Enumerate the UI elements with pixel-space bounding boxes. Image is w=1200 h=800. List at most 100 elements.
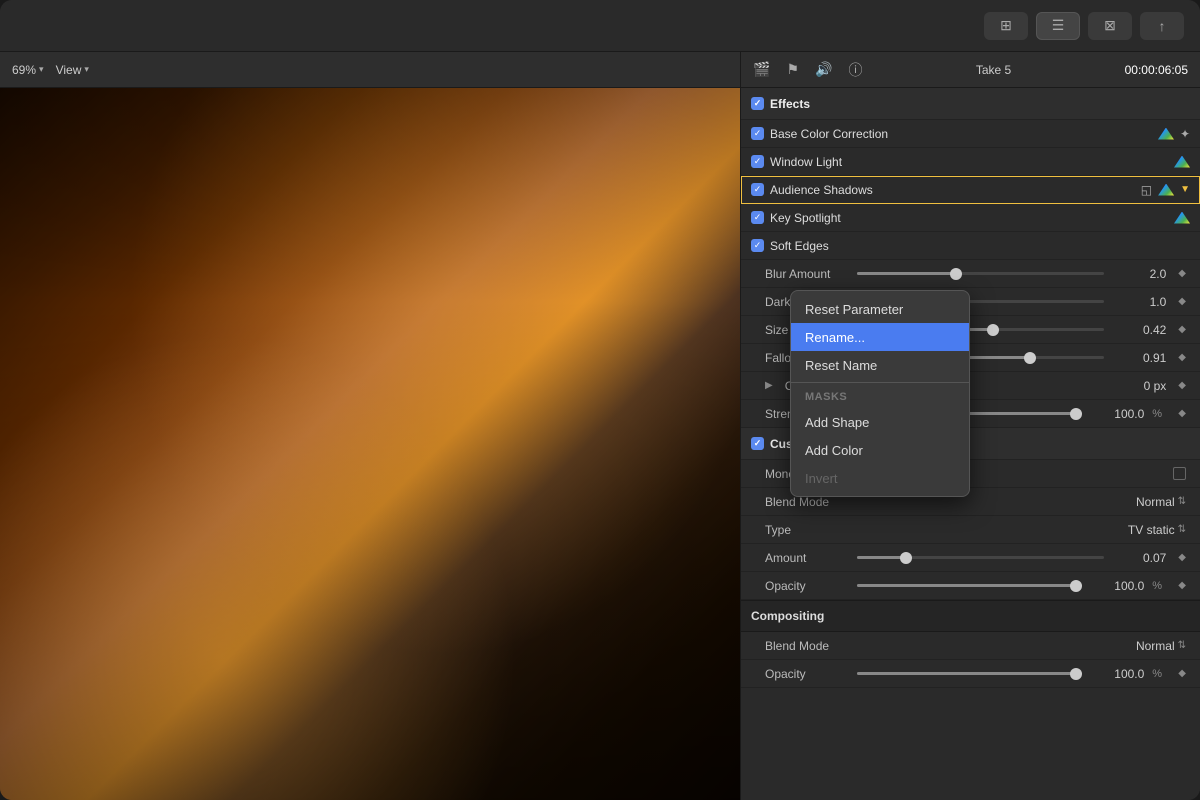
opacity-grain-slider[interactable]: [857, 584, 1082, 587]
type-arrows-icon: ⇅: [1178, 524, 1186, 535]
menu-item-reset-name[interactable]: Reset Name: [791, 351, 969, 379]
timecode-value: 6:05: [1165, 63, 1188, 77]
context-menu: Reset Parameter Rename... Reset Name MAS…: [790, 290, 970, 497]
opacity-comp-slider[interactable]: [857, 672, 1082, 675]
effect-row-audience-shadows[interactable]: ✓ Audience Shadows ◱ ▼: [741, 176, 1200, 204]
view-chevron-icon: ▾: [84, 64, 89, 75]
effects-label: Effects: [770, 97, 810, 111]
type-value: TV static: [1128, 523, 1175, 537]
compositing-blend-label: Blend Mode: [765, 639, 845, 653]
video-panel: 69% ▾ View ▾: [0, 52, 740, 800]
blend-mode-select[interactable]: Normal ⇅: [1136, 495, 1186, 509]
amount-diamond-icon[interactable]: ◆: [1178, 552, 1186, 563]
opacity-grain-diamond-icon[interactable]: ◆: [1178, 580, 1186, 591]
menu-item-add-color[interactable]: Add Color: [791, 436, 969, 464]
share-button[interactable]: ↑: [1140, 12, 1184, 40]
video-preview-area: [0, 88, 740, 800]
video-overlay: [0, 88, 740, 800]
dropdown-arrow-icon: ▼: [1180, 184, 1190, 195]
info-icon[interactable]: ⓘ: [848, 60, 862, 80]
blur-amount-slider[interactable]: [857, 272, 1104, 275]
menu-item-rename[interactable]: Rename...: [791, 323, 969, 351]
flag-icon[interactable]: ⚑: [786, 61, 799, 78]
inspector-view-button[interactable]: ⊠: [1088, 12, 1132, 40]
timeline-view-button[interactable]: ☰: [1036, 12, 1080, 40]
key-spotlight-icons: [1174, 212, 1190, 224]
soft-edges-checkbox[interactable]: ✓: [751, 239, 764, 252]
window-light-icons: [1174, 156, 1190, 168]
param-row-amount: Amount 0.07 ◆: [741, 544, 1200, 572]
darken-value: 1.0: [1116, 295, 1166, 309]
monochrome-checkbox[interactable]: [1173, 467, 1186, 480]
amount-label: Amount: [765, 551, 845, 565]
inspector-toolbar: 🎬 ⚑ 🔊 ⓘ Take 5 00:00:06:05: [741, 52, 1200, 88]
size-diamond-icon[interactable]: ◆: [1178, 324, 1186, 335]
strength-unit: %: [1152, 408, 1166, 420]
effects-section-header: ✓ Effects: [741, 88, 1200, 120]
effect-row-key-spotlight[interactable]: ✓ Key Spotlight: [741, 204, 1200, 232]
param-row-opacity-grain: Opacity 100.0 % ◆: [741, 572, 1200, 600]
blend-mode-arrows-icon: ⇅: [1178, 496, 1186, 507]
audio-icon[interactable]: 🔊: [815, 61, 832, 78]
menu-item-add-shape[interactable]: Add Shape: [791, 408, 969, 436]
center-diamond-icon[interactable]: ◆: [1178, 380, 1186, 391]
timecode-prefix: 00:00:0: [1125, 63, 1165, 77]
audience-shadows-label: Audience Shadows: [770, 183, 1135, 197]
compositing-label: Compositing: [751, 609, 824, 623]
amount-value: 0.07: [1116, 551, 1166, 565]
effect-row-window-light[interactable]: ✓ Window Light: [741, 148, 1200, 176]
effects-checkbox[interactable]: ✓: [751, 97, 764, 110]
compositing-header: Compositing: [741, 600, 1200, 632]
center-expand-icon[interactable]: ▶: [765, 380, 773, 391]
opacity-grain-unit: %: [1152, 580, 1166, 592]
compositing-blend-row: Blend Mode Normal ⇅: [741, 632, 1200, 660]
menu-item-invert: Invert: [791, 464, 969, 492]
amount-slider[interactable]: [857, 556, 1104, 559]
take-label: Take 5: [878, 63, 1108, 77]
grid-view-button[interactable]: ⊞: [984, 12, 1028, 40]
opacity-comp-value: 100.0: [1094, 667, 1144, 681]
menu-separator-1: [791, 382, 969, 383]
audience-shadows-icons: ◱ ▼: [1141, 183, 1190, 197]
window-light-checkbox[interactable]: ✓: [751, 155, 764, 168]
prism-icon: [1158, 128, 1174, 140]
film-grain-checkbox[interactable]: ✓: [751, 437, 764, 450]
darken-diamond-icon[interactable]: ◆: [1178, 296, 1186, 307]
opacity-comp-unit: %: [1152, 668, 1166, 680]
compositing-blend-arrows-icon: ⇅: [1178, 640, 1186, 651]
base-color-icons: ✦: [1158, 127, 1190, 141]
view-control[interactable]: View ▾: [56, 63, 89, 77]
blur-amount-value: 2.0: [1116, 267, 1166, 281]
window-light-label: Window Light: [770, 155, 1168, 169]
opacity-comp-diamond-icon[interactable]: ◆: [1178, 668, 1186, 679]
grain-row-type: Type TV static ⇅: [741, 516, 1200, 544]
prism-icon-4: [1174, 212, 1190, 224]
effect-row-soft-edges[interactable]: ✓ Soft Edges: [741, 232, 1200, 260]
window-frame: ⊞ ☰ ⊠ ↑ 69% ▾ View ▾: [0, 0, 1200, 800]
blur-amount-diamond-icon[interactable]: ◆: [1178, 268, 1186, 279]
view-label: View: [56, 63, 82, 77]
menu-item-reset-parameter[interactable]: Reset Parameter: [791, 295, 969, 323]
param-row-opacity-comp: Opacity 100.0 % ◆: [741, 660, 1200, 688]
size-value: 0.42: [1116, 323, 1166, 337]
type-select[interactable]: TV static ⇅: [1128, 523, 1186, 537]
strength-value: 100.0: [1094, 407, 1144, 421]
compositing-blend-select[interactable]: Normal ⇅: [1136, 639, 1186, 653]
title-bar: ⊞ ☰ ⊠ ↑: [0, 0, 1200, 52]
opacity-grain-label: Opacity: [765, 579, 845, 593]
effect-row-base-color[interactable]: ✓ Base Color Correction ✦: [741, 120, 1200, 148]
video-zoom-bar: 69% ▾ View ▾: [0, 52, 740, 88]
falloff-diamond-icon[interactable]: ◆: [1178, 352, 1186, 363]
prism-icon-2: [1174, 156, 1190, 168]
key-spotlight-checkbox[interactable]: ✓: [751, 211, 764, 224]
key-spotlight-label: Key Spotlight: [770, 211, 1168, 225]
falloff-value: 0.91: [1116, 351, 1166, 365]
base-color-checkbox[interactable]: ✓: [751, 127, 764, 140]
type-label: Type: [765, 523, 845, 537]
strength-diamond-icon[interactable]: ◆: [1178, 408, 1186, 419]
sparkle-icon: ✦: [1180, 127, 1190, 141]
audience-shadows-checkbox[interactable]: ✓: [751, 183, 764, 196]
compositing-blend-value: Normal: [1136, 639, 1175, 653]
film-icon[interactable]: 🎬: [753, 61, 770, 78]
zoom-control[interactable]: 69% ▾: [12, 63, 44, 77]
